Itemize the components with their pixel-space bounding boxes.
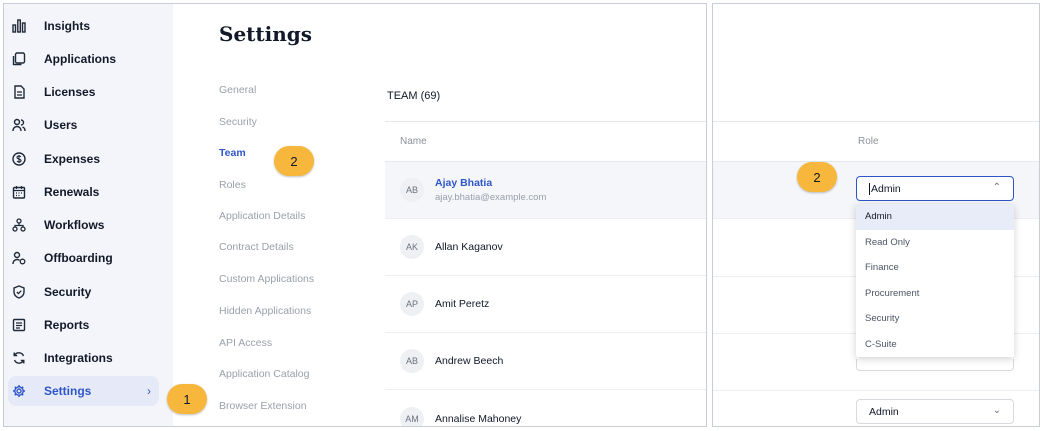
avatar: AB — [400, 349, 424, 373]
callout-step-2-right: 2 — [797, 162, 837, 192]
team-heading: TEAM (69) — [387, 90, 441, 102]
sidebar-item-users[interactable]: Users — [8, 110, 159, 140]
sidebar-item-label: Insights — [44, 19, 91, 33]
settings-menu-application-details[interactable]: Application Details — [219, 210, 305, 222]
report-icon — [12, 318, 26, 332]
member-email: ajay.bhatia@example.com — [435, 192, 547, 203]
avatar: AM — [400, 406, 424, 426]
sidebar-item-insights[interactable]: Insights — [8, 11, 159, 41]
sidebar-item-label: Reports — [44, 318, 90, 332]
settings-menu-general[interactable]: General — [219, 84, 256, 96]
sidebar-item-integrations[interactable]: Integrations — [8, 343, 159, 373]
calendar-icon — [12, 185, 26, 199]
sidebar-item-renewals[interactable]: Renewals — [8, 177, 159, 207]
avatar: AP — [400, 292, 424, 316]
role-option-admin[interactable]: Admin — [856, 204, 1014, 230]
sidebar-item-label: Workflows — [44, 218, 105, 232]
role-select-value: Admin — [871, 182, 901, 195]
users-icon — [12, 118, 26, 132]
avatar: AB — [400, 178, 424, 202]
table-row[interactable]: AB Andrew Beech — [385, 333, 706, 390]
sidebar-item-label: Applications — [44, 52, 117, 66]
page-title: Settings — [219, 22, 313, 46]
sidebar-item-offboarding[interactable]: Offboarding — [8, 243, 159, 273]
chart-icon — [12, 19, 26, 33]
chevron-down-icon: ⌄ — [992, 405, 1001, 416]
sidebar-item-licenses[interactable]: Licenses — [8, 77, 159, 107]
team-table: Name AB Ajay Bhatia ajay.bhatia@example.… — [385, 121, 706, 426]
sidebar-item-label: Settings — [44, 384, 92, 398]
workflow-icon — [12, 218, 26, 232]
copy-icon — [12, 52, 26, 66]
table-row[interactable]: AK Allan Kaganov — [385, 219, 706, 276]
chevron-right-icon: › — [147, 384, 151, 398]
gear-icon — [12, 384, 26, 398]
sidebar-item-label: Renewals — [44, 185, 100, 199]
sidebar-item-security[interactable]: Security — [8, 277, 159, 307]
settings-menu-contract-details[interactable]: Contract Details — [219, 241, 294, 253]
settings-menu-browser-extension[interactable]: Browser Extension — [219, 400, 307, 412]
member-name: Amit Peretz — [435, 298, 490, 310]
sync-icon — [12, 351, 26, 365]
role-select-value: Admin — [869, 405, 899, 418]
settings-panel: Insights Applications Licenses Users Exp… — [3, 3, 707, 427]
sidebar-item-expenses[interactable]: Expenses — [8, 144, 159, 174]
role-select-partial[interactable] — [856, 359, 1014, 371]
shield-icon — [12, 285, 26, 299]
role-option-read-only[interactable]: Read Only — [856, 230, 1014, 256]
settings-menu-api-access[interactable]: API Access — [219, 337, 272, 349]
settings-menu-application-catalog[interactable]: Application Catalog — [219, 368, 309, 380]
sidebar-item-reports[interactable]: Reports — [8, 310, 159, 340]
member-name[interactable]: Ajay Bhatia — [435, 177, 546, 189]
callout-step-2: 2 — [274, 146, 314, 176]
callout-step-1: 1 — [167, 384, 207, 414]
table-row[interactable]: AB Ajay Bhatia ajay.bhatia@example.com — [385, 162, 706, 219]
sidebar-item-label: Expenses — [44, 152, 101, 166]
document-icon — [12, 85, 26, 99]
role-dropdown-menu: Admin Read Only Finance Procurement Secu… — [856, 204, 1014, 357]
avatar: AK — [400, 235, 424, 259]
row-divider — [713, 390, 1039, 391]
table-row[interactable]: AP Amit Peretz — [385, 276, 706, 333]
settings-menu-security[interactable]: Security — [219, 116, 257, 128]
role-select[interactable]: Admin ⌄ — [856, 399, 1014, 424]
table-header-role-row: Role — [713, 121, 1039, 162]
role-panel: Role Admin ⌃ Admin Read Only Finance Pro… — [712, 3, 1040, 427]
sidebar-item-label: Licenses — [44, 85, 96, 99]
role-option-procurement[interactable]: Procurement — [856, 281, 1014, 307]
sidebar-item-applications[interactable]: Applications — [8, 44, 159, 74]
member-name: Annalise Mahoney — [435, 412, 522, 425]
role-option-finance[interactable]: Finance — [856, 255, 1014, 281]
sidebar-item-label: Integrations — [44, 351, 113, 365]
sidebar: Insights Applications Licenses Users Exp… — [4, 4, 173, 426]
member-info: Ajay Bhatia ajay.bhatia@example.com — [435, 177, 546, 203]
sidebar-item-label: Users — [44, 118, 78, 132]
sidebar-item-label: Security — [44, 285, 92, 299]
role-option-security[interactable]: Security — [856, 306, 1014, 332]
chevron-up-icon: ⌃ — [992, 182, 1001, 193]
member-name: Andrew Beech — [435, 355, 504, 367]
sidebar-item-workflows[interactable]: Workflows — [8, 210, 159, 240]
dollar-icon — [12, 152, 26, 166]
settings-menu-custom-applications[interactable]: Custom Applications — [219, 273, 314, 285]
member-name: Allan Kaganov — [435, 241, 503, 253]
table-header-role: Role — [858, 136, 879, 147]
user-remove-icon — [12, 251, 26, 265]
sidebar-item-settings[interactable]: Settings › — [8, 376, 159, 406]
settings-menu-roles[interactable]: Roles — [219, 179, 246, 191]
role-select[interactable]: Admin ⌃ — [856, 176, 1014, 201]
sidebar-item-label: Offboarding — [44, 251, 113, 265]
settings-menu-team[interactable]: Team — [219, 147, 246, 159]
role-option-c-suite[interactable]: C-Suite — [856, 332, 1014, 358]
table-header-name: Name — [385, 121, 706, 162]
text-cursor — [869, 182, 870, 195]
settings-menu-hidden-applications[interactable]: Hidden Applications — [219, 305, 311, 317]
table-row[interactable]: AM Annalise Mahoney — [385, 390, 706, 426]
